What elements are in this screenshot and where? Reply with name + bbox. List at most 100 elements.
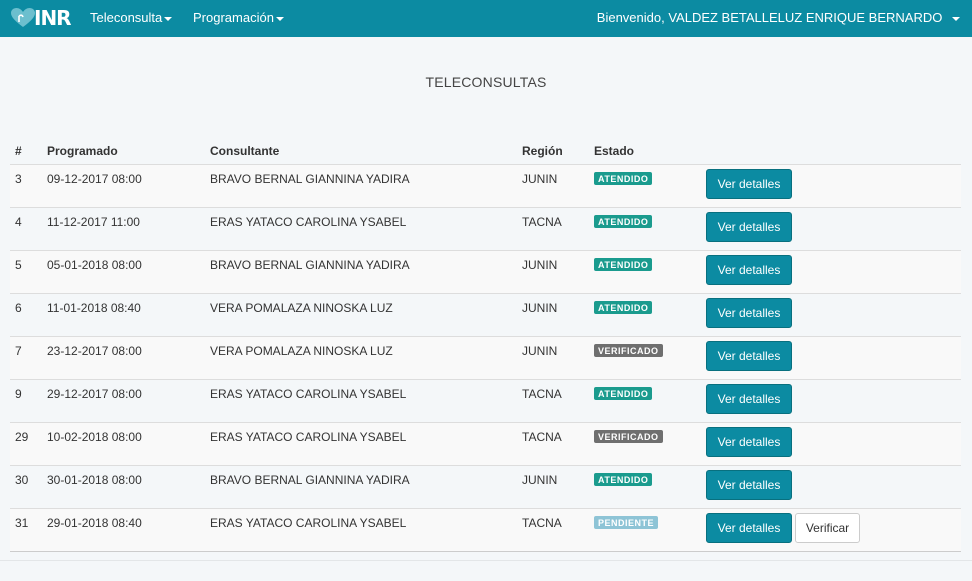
column-header-estado: Estado xyxy=(589,138,706,165)
status-badge: ATENDIDO xyxy=(594,258,653,271)
cell-consultante-text: ERAS YATACO CAROLINA YSABEL xyxy=(210,215,407,229)
table-row: 30 30-01-2018 08:00 BRAVO BERNAL GIANNINA … xyxy=(10,465,961,509)
status-badge: ATENDIDO xyxy=(594,215,653,228)
cell-actions: Ver detalles xyxy=(706,293,961,337)
cell-programado: 23-12-2017 08:00 xyxy=(42,336,205,380)
user-menu[interactable]: Bienvenido, VALDEZ BETALLELUZ ENRIQUE BE… xyxy=(597,0,960,37)
cell-programado: 29-12-2017 08:00 xyxy=(42,379,205,423)
cell-region: JUNIN xyxy=(517,465,589,509)
cell-actions: Ver detalles xyxy=(706,250,961,294)
cell-estado: ATENDIDO xyxy=(589,250,706,294)
cell-consultante: BRAVO BERNAL GIANNINA YADIRA xyxy=(205,465,517,509)
status-badge: ATENDIDO xyxy=(594,301,653,314)
user-greeting: Bienvenido, VALDEZ BETALLELUZ ENRIQUE BE… xyxy=(596,10,943,25)
cell-id-text: 9 xyxy=(15,387,22,401)
cell-id-text: 29 xyxy=(15,430,29,444)
ver-detalles-button[interactable]: Ver detalles xyxy=(706,341,792,371)
ver-detalles-button[interactable]: Ver detalles xyxy=(706,384,792,414)
menu-teleconsulta[interactable]: Teleconsulta xyxy=(90,0,173,37)
ver-detalles-button[interactable]: Ver detalles xyxy=(706,470,792,500)
column-header-id: # xyxy=(10,138,42,165)
cell-consultante: VERA POMALAZA NINOSKA LUZ xyxy=(205,293,517,337)
cell-id: 9 xyxy=(10,379,42,423)
cell-estado: ATENDIDO xyxy=(589,379,706,423)
cell-region-text: JUNIN xyxy=(522,473,558,487)
table-row: 4 11-12-2017 11:00 ERAS YATACO CAROLINA YS… xyxy=(10,207,961,251)
table-row: 29 10-02-2018 08:00 ERAS YATACO CAROLINA Y… xyxy=(10,422,961,466)
status-badge: VERIFICADO xyxy=(594,344,663,357)
ver-detalles-button[interactable]: Ver detalles xyxy=(706,212,792,242)
cell-consultante: VERA POMALAZA NINOSKA LUZ xyxy=(205,336,517,380)
cell-programado-text: 09-12-2017 08:00 xyxy=(47,172,142,186)
column-header-actions xyxy=(706,138,961,165)
cell-region-text: TACNA xyxy=(522,516,562,530)
cell-id-text: 3 xyxy=(15,172,22,186)
cell-id: 5 xyxy=(10,250,42,294)
status-badge: PENDIENTE xyxy=(594,516,659,529)
cell-region: JUNIN xyxy=(517,250,589,294)
cell-programado: 10-02-2018 08:00 xyxy=(42,422,205,466)
cell-id: 4 xyxy=(10,207,42,251)
column-header-region: Región xyxy=(517,138,589,165)
cell-region: TACNA xyxy=(517,508,589,552)
cell-programado: 29-01-2018 08:40 xyxy=(42,508,205,552)
cell-consultante: BRAVO BERNAL GIANNINA YADIRA xyxy=(205,164,517,208)
teleconsultas-table: # Programado Consultante Región Estado 3… xyxy=(10,138,961,552)
cell-consultante-text: ERAS YATACO CAROLINA YSABEL xyxy=(210,387,407,401)
cell-actions: Ver detalles xyxy=(706,422,961,466)
cell-actions: Ver detalles xyxy=(706,336,961,380)
brand-logo[interactable]: INR xyxy=(10,6,72,30)
cell-actions: Ver detalles xyxy=(706,379,961,423)
column-header-consultante: Consultante xyxy=(205,138,517,165)
cell-id: 30 xyxy=(10,465,42,509)
menu-programacion-label: Programación xyxy=(193,10,274,25)
cell-id: 6 xyxy=(10,293,42,337)
cell-id-text: 4 xyxy=(15,215,22,229)
page-title: TELECONSULTAS xyxy=(425,74,547,90)
caret-down-icon xyxy=(275,16,284,21)
status-badge: VERIFICADO xyxy=(594,430,663,443)
ver-detalles-button[interactable]: Ver detalles xyxy=(706,513,792,543)
ver-detalles-button[interactable]: Ver detalles xyxy=(706,427,792,457)
cell-id: 31 xyxy=(10,508,42,552)
cell-consultante-text: ERAS YATACO CAROLINA YSABEL xyxy=(210,516,407,530)
cell-programado: 11-12-2017 11:00 xyxy=(42,207,205,251)
cell-actions: Ver detalles xyxy=(706,465,961,509)
cell-consultante: ERAS YATACO CAROLINA YSABEL xyxy=(205,207,517,251)
cell-actions: Ver detalles Verificar xyxy=(706,508,961,552)
cell-programado-text: 30-01-2018 08:00 xyxy=(47,473,142,487)
cell-programado: 05-01-2018 08:00 xyxy=(42,250,205,294)
cell-region-text: JUNIN xyxy=(522,301,558,315)
menu-teleconsulta-label: Teleconsulta xyxy=(90,10,163,25)
cell-estado: ATENDIDO xyxy=(589,293,706,337)
logo-text: INR xyxy=(34,6,72,30)
cell-programado-text: 11-12-2017 11:00 xyxy=(47,215,140,229)
table-header-row: # Programado Consultante Región Estado xyxy=(10,138,961,165)
cell-id-text: 31 xyxy=(15,516,29,530)
cell-id-text: 30 xyxy=(15,473,29,487)
cell-estado: ATENDIDO xyxy=(589,465,706,509)
cell-region: TACNA xyxy=(517,422,589,466)
verificar-button[interactable]: Verificar xyxy=(795,513,860,543)
cell-programado-text: 05-01-2018 08:00 xyxy=(47,258,142,272)
ver-detalles-button[interactable]: Ver detalles xyxy=(706,169,792,199)
ver-detalles-button[interactable]: Ver detalles xyxy=(706,298,792,328)
cell-region: TACNA xyxy=(517,207,589,251)
cell-consultante: BRAVO BERNAL GIANNINA YADIRA xyxy=(205,250,517,294)
ver-detalles-button[interactable]: Ver detalles xyxy=(706,255,792,285)
cell-programado-text: 11-01-2018 08:40 xyxy=(47,301,141,315)
cell-id-text: 7 xyxy=(15,344,22,358)
cell-consultante: ERAS YATACO CAROLINA YSABEL xyxy=(205,379,517,423)
menu-programacion[interactable]: Programación xyxy=(193,0,284,37)
table-row: 31 29-01-2018 08:40 ERAS YATACO CAROLINA Y… xyxy=(10,508,961,552)
table-row: 9 29-12-2017 08:00 ERAS YATACO CAROLINA YS… xyxy=(10,379,961,423)
cell-consultante-text: VERA POMALAZA NINOSKA LUZ xyxy=(210,344,393,358)
cell-programado: 09-12-2017 08:00 xyxy=(42,164,205,208)
caret-down-icon xyxy=(952,16,960,21)
cell-programado-text: 23-12-2017 08:00 xyxy=(47,344,142,358)
column-header-programado: Programado xyxy=(42,138,205,165)
cell-region-text: JUNIN xyxy=(522,344,558,358)
cell-programado-text: 29-01-2018 08:40 xyxy=(47,516,142,530)
cell-programado: 30-01-2018 08:00 xyxy=(42,465,205,509)
status-badge: ATENDIDO xyxy=(594,172,653,185)
